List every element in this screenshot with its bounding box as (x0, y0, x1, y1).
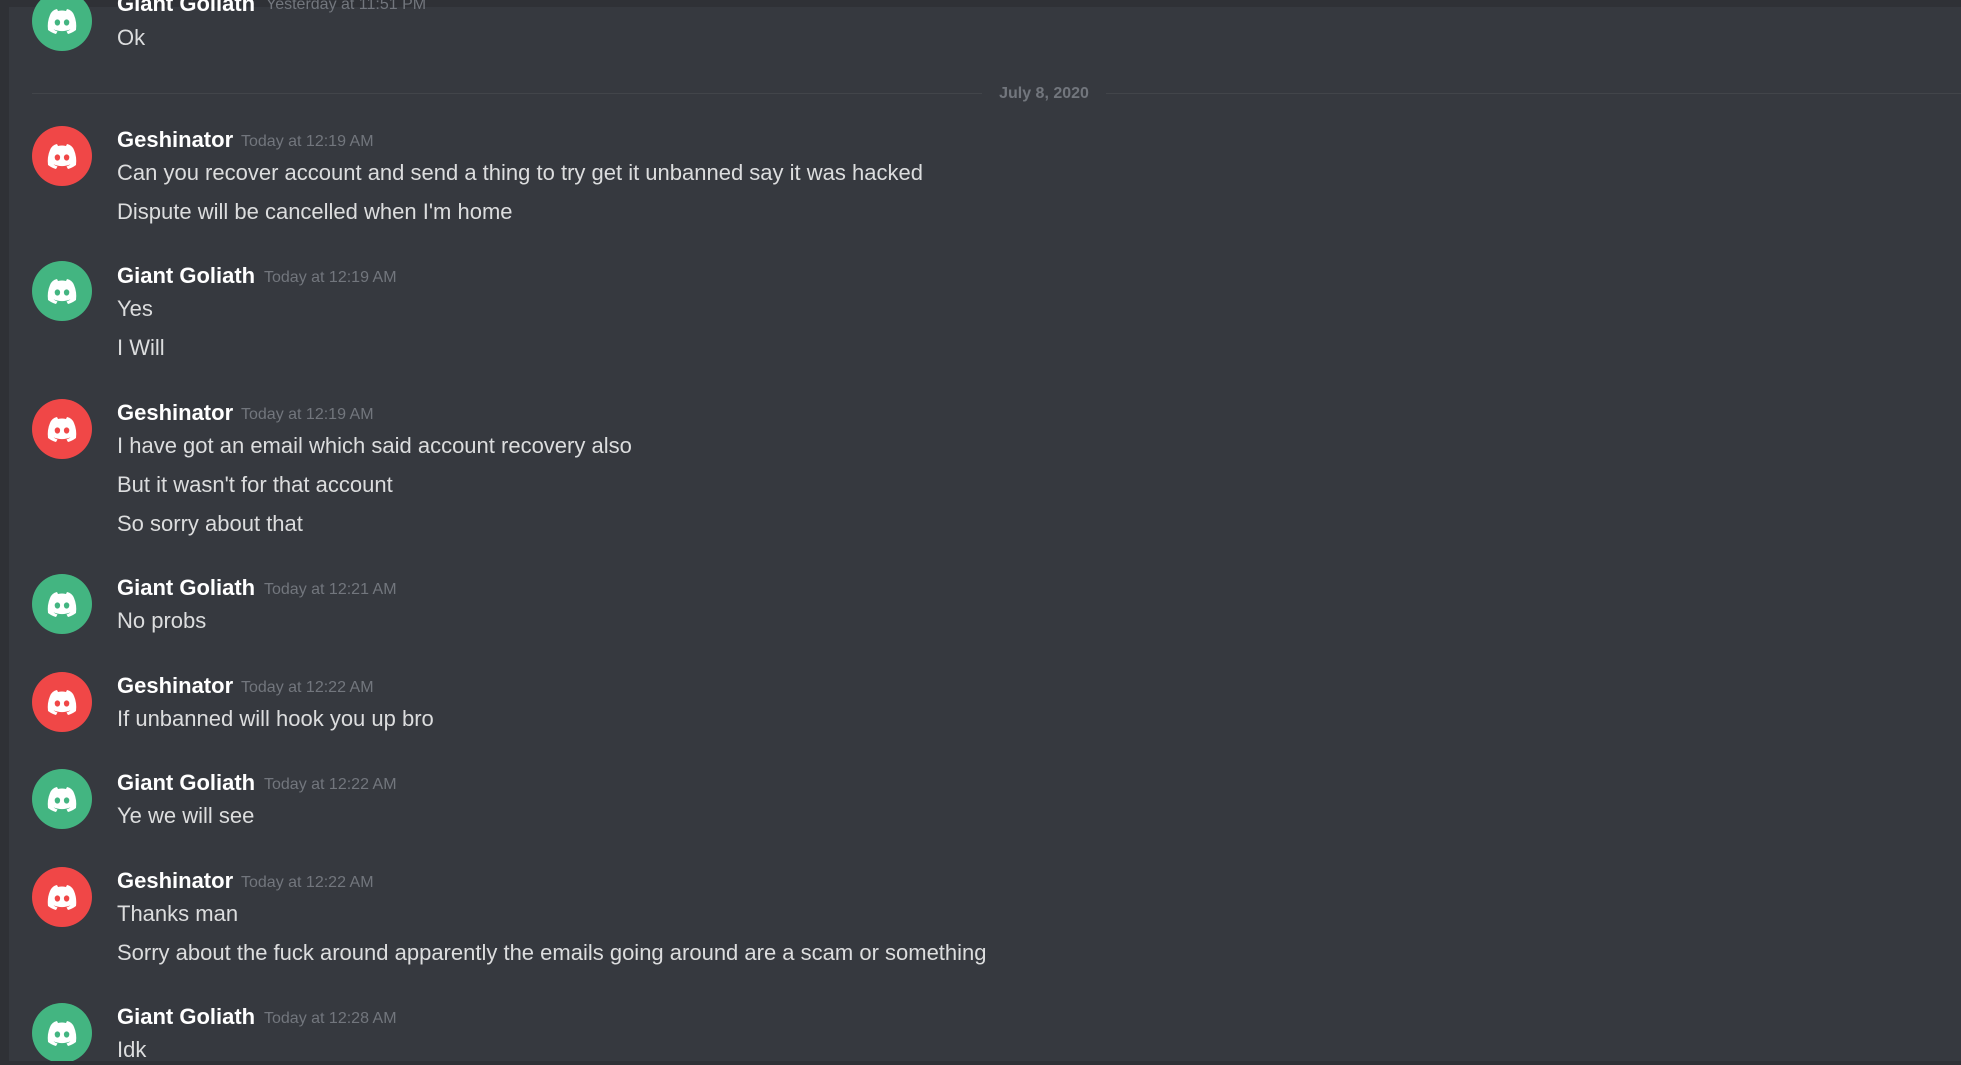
message-text: So sorry about that (117, 511, 303, 536)
message-text: Can you recover account and send a thing… (117, 160, 923, 185)
avatar[interactable] (32, 672, 92, 732)
message-text: Thanks man (117, 901, 239, 926)
message-text: Ok (117, 25, 146, 50)
timestamp: Today at 12:21 AM (264, 581, 397, 598)
message-text: I have got an email which said account r… (117, 433, 632, 458)
message-text: No probs (117, 608, 207, 633)
message-text: Sorry about the fuck around apparently t… (117, 940, 987, 965)
username[interactable]: Giant Goliath (117, 0, 255, 18)
username[interactable]: Giant Goliath (117, 574, 255, 602)
username[interactable]: Giant Goliath (117, 1003, 255, 1031)
avatar[interactable] (32, 1003, 92, 1063)
timestamp: Today at 12:19 AM (241, 133, 374, 150)
username[interactable]: Geshinator (117, 867, 233, 895)
message-text: I Will (117, 335, 165, 360)
avatar[interactable] (32, 0, 92, 51)
discord-logo-icon (47, 1021, 77, 1046)
timestamp: Yesterday at 11:51 PM (266, 0, 427, 13)
username[interactable]: Giant Goliath (117, 262, 255, 290)
avatar[interactable] (32, 867, 92, 927)
username[interactable]: Geshinator (117, 399, 233, 427)
message-text: Idk (117, 1037, 147, 1062)
message-text: Yes (117, 296, 153, 321)
message-text: Dispute will be cancelled when I'm home (117, 199, 513, 224)
avatar[interactable] (32, 574, 92, 634)
discord-logo-icon (47, 690, 77, 715)
bottom-edge (9, 1061, 1961, 1065)
discord-logo-icon (47, 144, 77, 169)
divider-line-right (1106, 93, 1961, 94)
date-divider-label: July 8, 2020 (999, 85, 1089, 102)
username[interactable]: Geshinator (117, 126, 233, 154)
discord-logo-icon (47, 279, 77, 304)
avatar[interactable] (32, 399, 92, 459)
avatar[interactable] (32, 261, 92, 321)
message-text: Ye we will see (117, 803, 255, 828)
message-text: If unbanned will hook you up bro (117, 706, 434, 731)
discord-logo-icon (47, 9, 77, 34)
username[interactable]: Giant Goliath (117, 769, 255, 797)
timestamp: Today at 12:22 AM (241, 874, 374, 891)
message-text: But it wasn't for that account (117, 472, 393, 497)
timestamp: Today at 12:22 AM (264, 776, 397, 793)
timestamp: Today at 12:22 AM (241, 679, 374, 696)
timestamp: Today at 12:19 AM (264, 269, 397, 286)
discord-logo-icon (47, 417, 77, 442)
avatar[interactable] (32, 769, 92, 829)
timestamp: Today at 12:28 AM (264, 1010, 397, 1027)
divider-line-left (32, 93, 982, 94)
timestamp: Today at 12:19 AM (241, 406, 374, 423)
discord-logo-icon (47, 787, 77, 812)
avatar[interactable] (32, 126, 92, 186)
username[interactable]: Geshinator (117, 672, 233, 700)
sidebar-edge (0, 0, 9, 1065)
discord-logo-icon (47, 592, 77, 617)
discord-logo-icon (47, 885, 77, 910)
